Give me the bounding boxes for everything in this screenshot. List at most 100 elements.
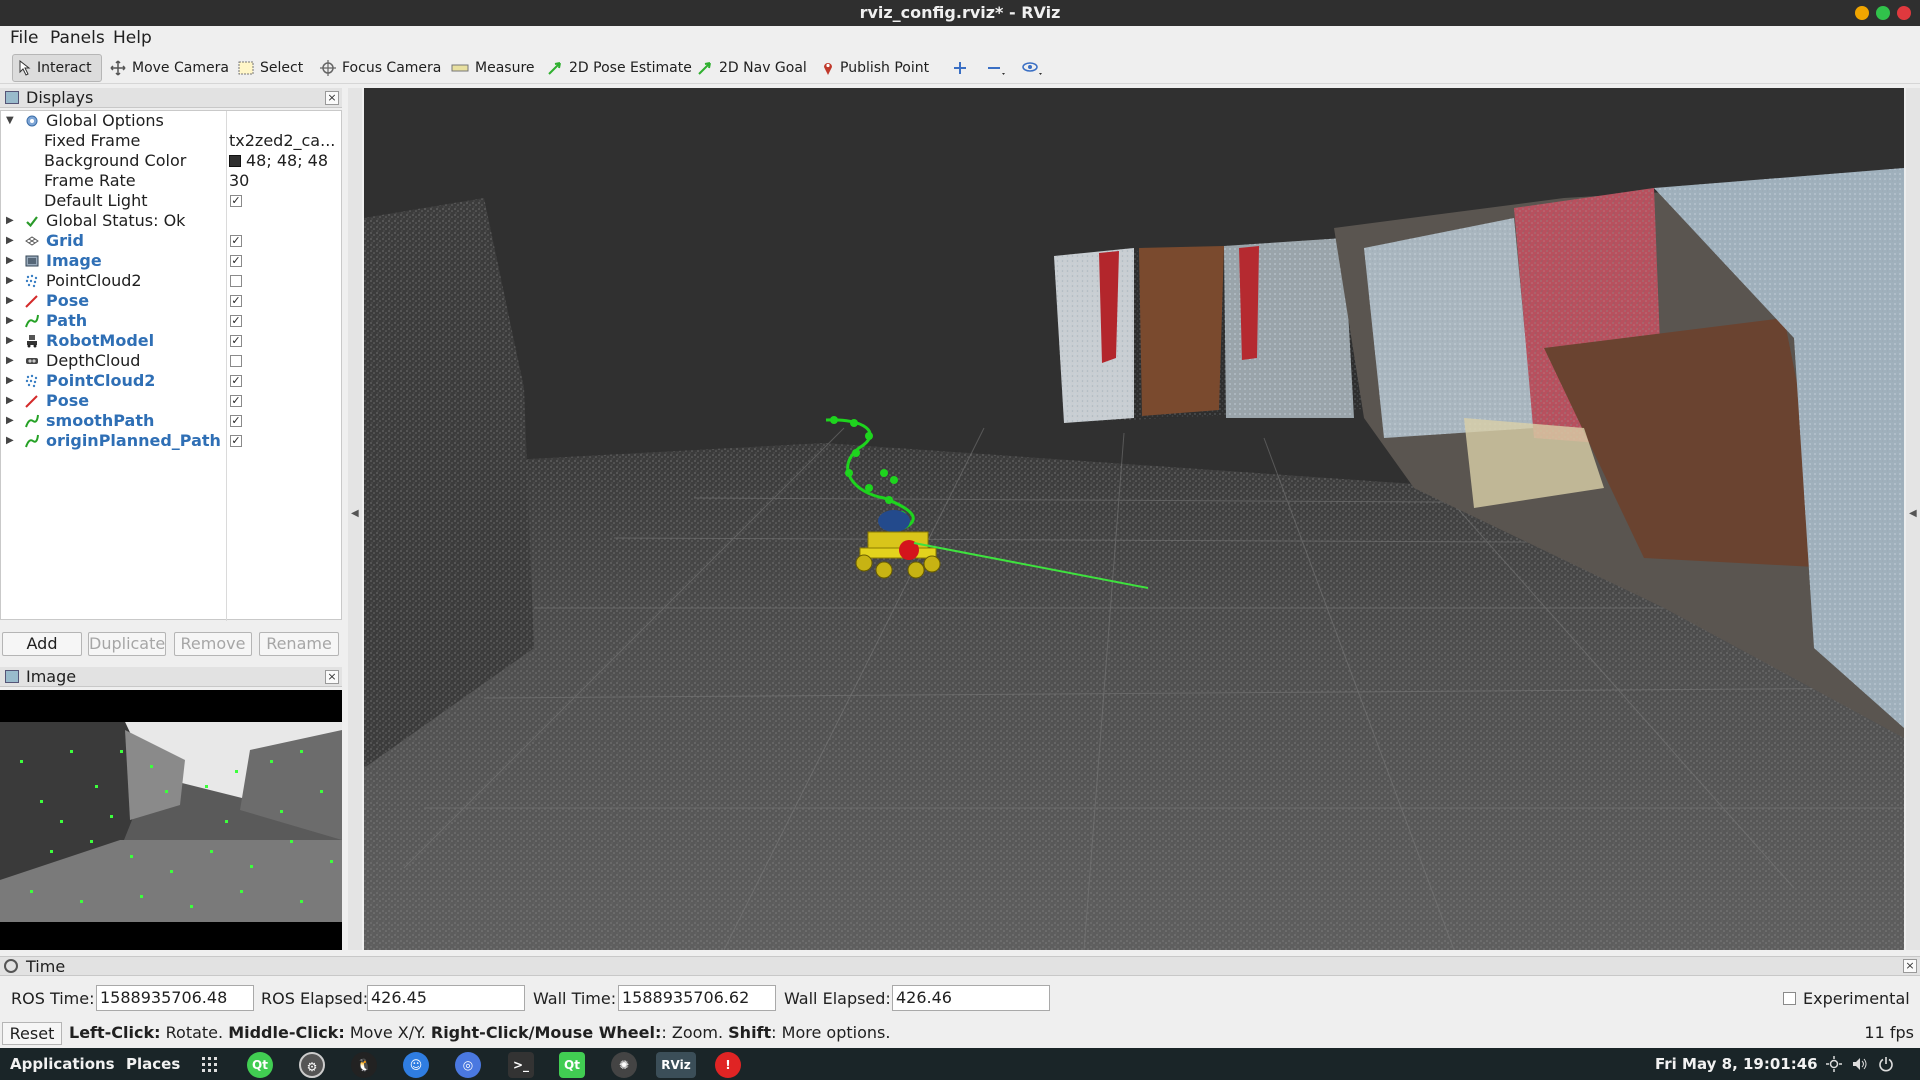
display-item-grid[interactable]: ▶ Grid ✓ <box>1 231 341 251</box>
display-item-robotmodel[interactable]: ▶ RobotModel ✓ <box>1 331 341 351</box>
display-item-checkbox[interactable]: ✓ <box>230 235 242 247</box>
expand-arrow-icon[interactable]: ▶ <box>6 431 14 451</box>
menu-file[interactable]: File <box>10 26 38 50</box>
display-item-checkbox[interactable]: ✓ <box>230 375 242 387</box>
interact-tool-button[interactable]: Interact <box>12 54 102 82</box>
remove-display-button[interactable]: Remove <box>174 632 252 656</box>
display-item-checkbox[interactable] <box>230 355 242 367</box>
expand-arrow-icon[interactable]: ▶ <box>6 391 14 411</box>
settings-icon[interactable]: ⚙ <box>299 1052 325 1078</box>
browser-icon[interactable]: ◎ <box>455 1052 481 1078</box>
default-light-row[interactable]: Default Light ✓ <box>1 191 341 211</box>
fixed-frame-row[interactable]: Fixed Frame tx2zed2_ca... <box>1 131 341 151</box>
pose-estimate-tool-button[interactable]: 2D Pose Estimate <box>543 54 696 82</box>
color-swatch[interactable] <box>229 155 241 167</box>
image-panel-title: Image <box>26 667 77 686</box>
app-grid-icon[interactable] <box>201 1056 219 1074</box>
background-color-row[interactable]: Background Color 48; 48; 48 <box>1 151 341 171</box>
display-item-checkbox[interactable] <box>230 275 242 287</box>
remove-tool-button[interactable] <box>982 54 1010 82</box>
expand-arrow-icon[interactable]: ▼ <box>6 111 14 131</box>
background-color-value-field[interactable]: 48; 48; 48 <box>229 151 328 171</box>
display-item-depthcloud[interactable]: ▶ DepthCloud <box>1 351 341 371</box>
terminal-icon[interactable]: >_ <box>508 1052 534 1078</box>
display-item-pointcloud2[interactable]: ▶ PointCloud2 <box>1 271 341 291</box>
expand-arrow-icon[interactable]: ▶ <box>6 331 14 351</box>
frame-rate-value[interactable]: 30 <box>229 171 249 191</box>
expand-arrow-icon[interactable]: ▶ <box>6 231 14 251</box>
display-item-label: Pose <box>46 291 90 310</box>
nav-goal-tool-button[interactable]: 2D Nav Goal <box>693 54 811 82</box>
default-light-checkbox[interactable]: ✓ <box>230 195 242 207</box>
right-dock-handle[interactable]: ◀ <box>1906 88 1920 950</box>
add-display-button[interactable]: Add <box>2 632 82 656</box>
expand-arrow-icon[interactable]: ▶ <box>6 311 14 331</box>
qt-app-icon[interactable]: Qt <box>559 1052 585 1078</box>
displays-close-button[interactable]: × <box>325 91 339 105</box>
volume-icon[interactable] <box>1852 1056 1868 1072</box>
alert-icon[interactable]: ! <box>715 1052 741 1078</box>
experimental-checkbox[interactable] <box>1783 992 1796 1005</box>
brightness-icon[interactable] <box>1826 1056 1842 1072</box>
display-item-image[interactable]: ▶ Image ✓ <box>1 251 341 271</box>
publish-point-tool-button[interactable]: Publish Point <box>818 54 933 82</box>
time-close-button[interactable]: × <box>1903 959 1917 973</box>
focus-camera-tool-button[interactable]: Focus Camera <box>316 54 445 82</box>
ros-time-field[interactable]: 1588935706.48 <box>96 985 254 1011</box>
display-item-path[interactable]: ▶ Path ✓ <box>1 311 341 331</box>
display-item-checkbox[interactable]: ✓ <box>230 395 242 407</box>
right-click-desc: : Zoom. <box>661 1023 724 1042</box>
ros-elapsed-field[interactable]: 426.45 <box>367 985 525 1011</box>
display-item-checkbox[interactable]: ✓ <box>230 315 242 327</box>
expand-arrow-icon[interactable]: ▶ <box>6 371 14 391</box>
global-status-row[interactable]: ▶ Global Status: Ok <box>1 211 341 231</box>
system-clock[interactable]: Fri May 8, 19:01:46 <box>1655 1048 1818 1080</box>
display-item-smoothpath[interactable]: ▶ smoothPath ✓ <box>1 411 341 431</box>
rviz-app-icon[interactable]: RViz <box>656 1052 696 1078</box>
maximize-button[interactable] <box>1876 6 1890 20</box>
display-item-checkbox[interactable]: ✓ <box>230 255 242 267</box>
qt-creator-icon[interactable]: Qt <box>247 1052 273 1078</box>
close-window-button[interactable] <box>1897 6 1911 20</box>
display-item-originplanned-path[interactable]: ▶ originPlanned_Path ✓ <box>1 431 341 451</box>
menu-panels[interactable]: Panels <box>50 26 105 50</box>
rename-display-button[interactable]: Rename <box>259 632 339 656</box>
measure-tool-button[interactable]: Measure <box>447 54 539 82</box>
move-camera-tool-button[interactable]: Move Camera <box>106 54 233 82</box>
wall-elapsed-field[interactable]: 426.46 <box>892 985 1050 1011</box>
expand-arrow-icon[interactable]: ▶ <box>6 211 14 231</box>
menu-help[interactable]: Help <box>113 26 152 50</box>
expand-arrow-icon[interactable]: ▶ <box>6 351 14 371</box>
add-tool-button[interactable] <box>948 54 972 82</box>
left-dock-handle[interactable]: ◀ <box>348 88 362 950</box>
wall-time-field[interactable]: 1588935706.62 <box>618 985 776 1011</box>
finder-icon[interactable]: ☺ <box>403 1052 429 1078</box>
minimize-button[interactable] <box>1855 6 1869 20</box>
display-item-pose[interactable]: ▶ Pose ✓ <box>1 291 341 311</box>
display-item-pointcloud2[interactable]: ▶ PointCloud2 ✓ <box>1 371 341 391</box>
view-options-button[interactable] <box>1018 54 1048 82</box>
select-tool-button[interactable]: Select <box>234 54 307 82</box>
display-item-checkbox[interactable]: ✓ <box>230 415 242 427</box>
gear-app-icon[interactable]: ✺ <box>611 1052 637 1078</box>
display-item-checkbox[interactable]: ✓ <box>230 435 242 447</box>
power-icon[interactable] <box>1878 1056 1894 1072</box>
display-item-checkbox[interactable]: ✓ <box>230 295 242 307</box>
display-item-checkbox[interactable]: ✓ <box>230 335 242 347</box>
expand-arrow-icon[interactable]: ▶ <box>6 251 14 271</box>
expand-arrow-icon[interactable]: ▶ <box>6 271 14 291</box>
expand-arrow-icon[interactable]: ▶ <box>6 291 14 311</box>
applications-menu[interactable]: Applications <box>10 1048 115 1080</box>
image-close-button[interactable]: × <box>325 670 339 684</box>
places-menu[interactable]: Places <box>126 1048 180 1080</box>
expand-arrow-icon[interactable]: ▶ <box>6 411 14 431</box>
display-item-pose[interactable]: ▶ Pose ✓ <box>1 391 341 411</box>
frame-rate-row[interactable]: Frame Rate 30 <box>1 171 341 191</box>
global-options-row[interactable]: ▼ Global Options <box>1 111 341 131</box>
fixed-frame-value[interactable]: tx2zed2_ca... <box>229 131 335 151</box>
penguin-app-icon[interactable]: 🐧 <box>351 1052 377 1078</box>
reset-button[interactable]: Reset <box>2 1022 62 1045</box>
camera-image-view[interactable] <box>0 690 342 950</box>
3d-render-viewport[interactable] <box>364 88 1904 950</box>
duplicate-display-button[interactable]: Duplicate <box>88 632 166 656</box>
